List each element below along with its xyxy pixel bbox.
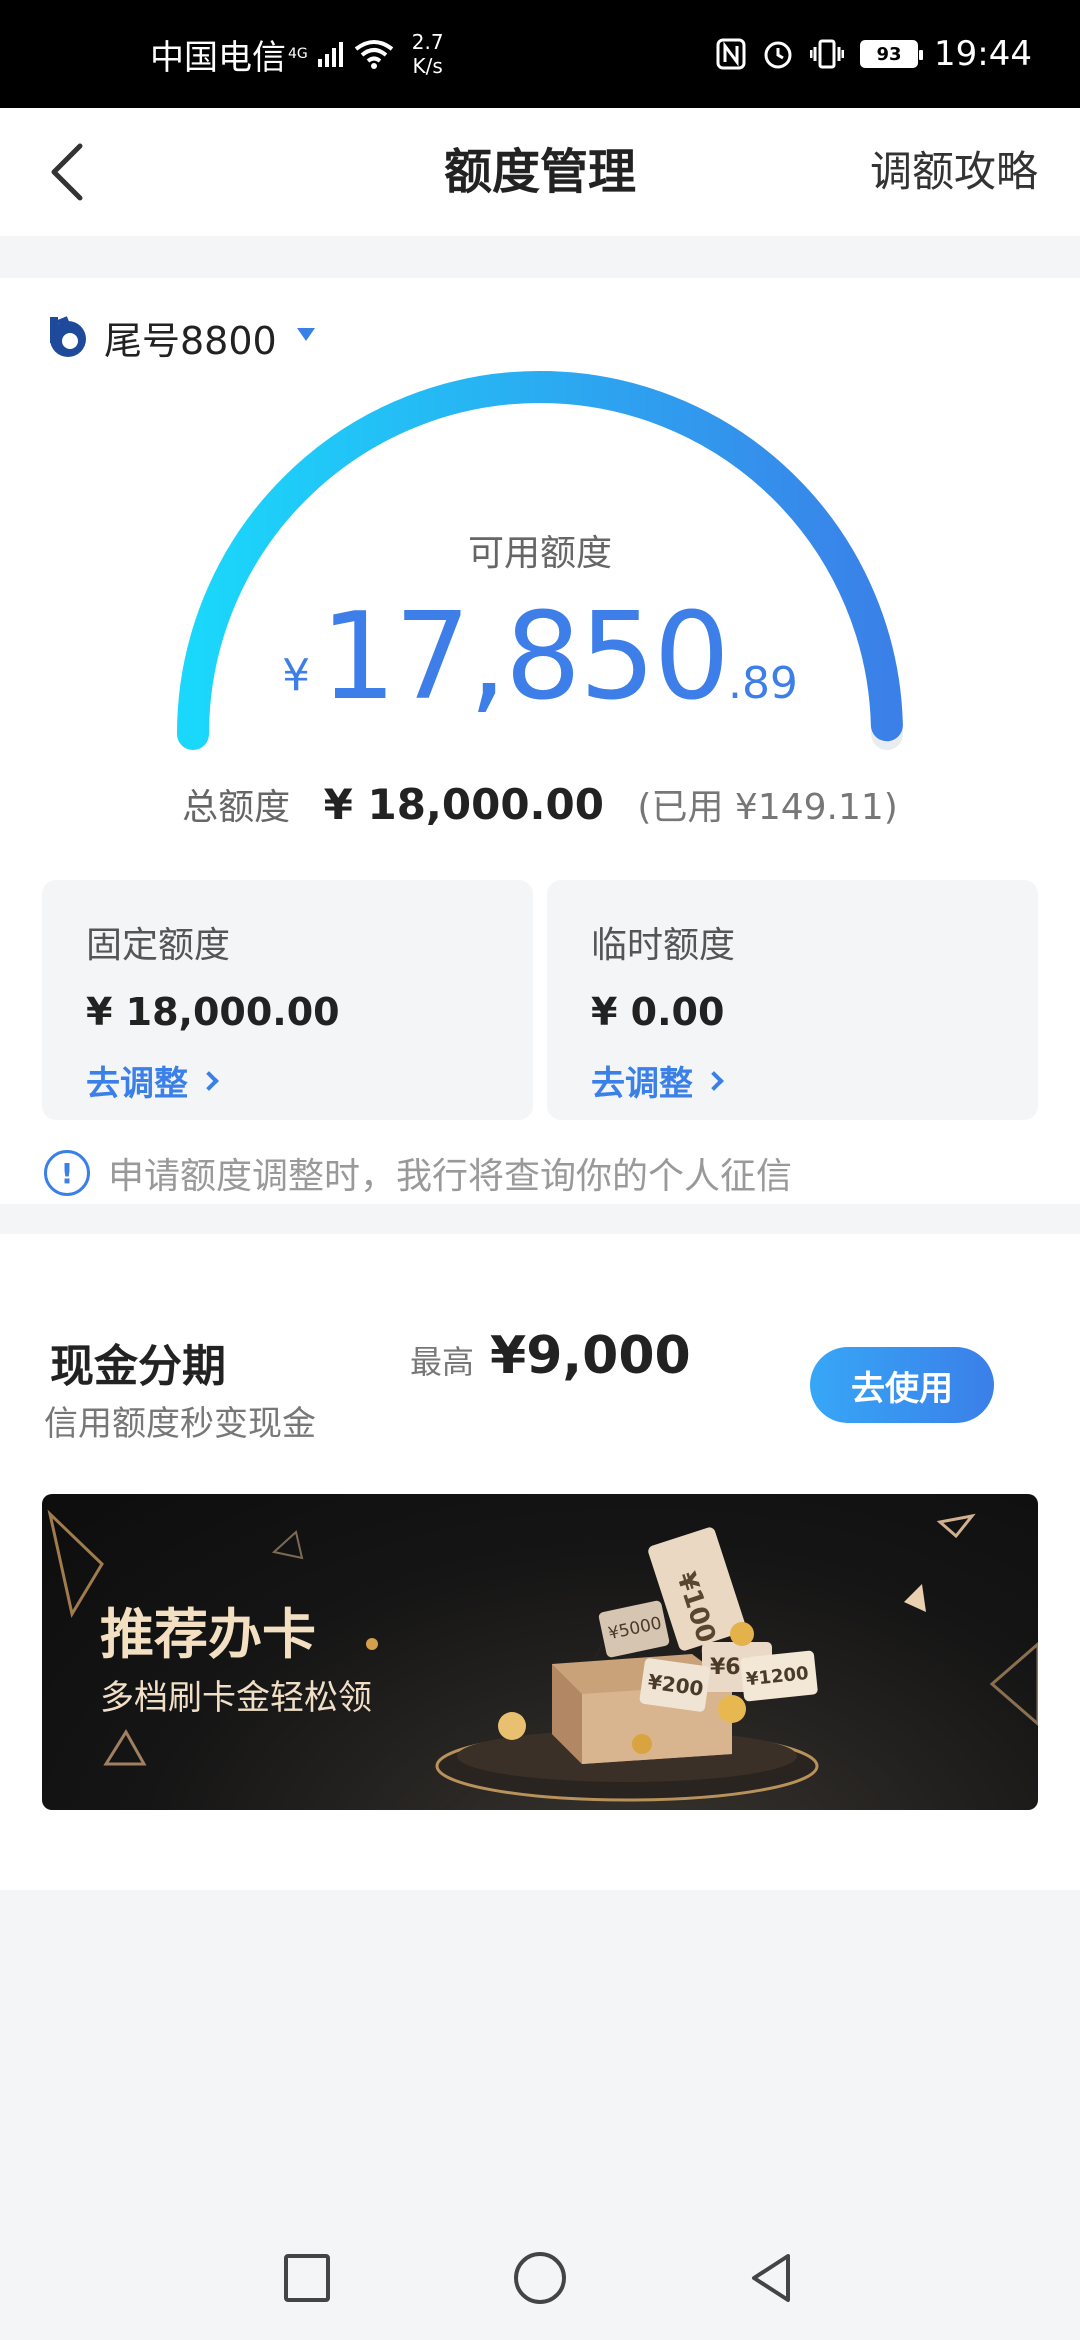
- system-back-button[interactable]: [740, 2246, 804, 2310]
- currency-symbol: ¥: [282, 650, 311, 701]
- total-quota-label: 总额度: [182, 787, 291, 828]
- battery-indicator: 93: [860, 40, 924, 68]
- wifi-icon: [354, 40, 393, 69]
- network-type: 4G: [288, 46, 308, 62]
- tile-label: 临时额度: [591, 925, 736, 966]
- amount-decimal: .89: [727, 658, 798, 709]
- max-label: 最高: [410, 1343, 475, 1381]
- square-icon: [284, 2254, 330, 2302]
- section-spacer: [0, 1810, 1080, 1890]
- cash-installment-section: 现金分期 信用额度秒变现金 最高 ¥9,000 去使用: [0, 1234, 1080, 1490]
- max-value: ¥9,000: [490, 1326, 691, 1386]
- amount-integer: 17,850: [320, 588, 730, 727]
- net-speed-value: 2.7: [411, 30, 444, 54]
- ticket-1200: ¥1200: [740, 1650, 818, 1702]
- nfc-icon: [716, 38, 746, 70]
- banner-subtitle: 多档刷卡金轻松领: [100, 1678, 372, 1718]
- recent-apps-button[interactable]: [276, 2246, 340, 2310]
- quota-card: 尾号8800 可用额度 ¥17,850.89 总额度 ¥ 18,000.00 (…: [0, 278, 1080, 1204]
- dropdown-caret-icon: [296, 327, 315, 341]
- banner-section: ¥10000 ¥5000 ¥600 ¥200 ¥1200 推荐办卡 多档刷卡金轻…: [0, 1490, 1080, 1810]
- ticket-200: ¥200: [639, 1658, 711, 1712]
- card-tail-number: 尾号8800: [104, 318, 277, 363]
- cash-installment-subtitle: 信用额度秒变现金: [44, 1404, 316, 1444]
- notice-text: 申请额度调整时，我行将查询你的个人征信: [108, 1156, 793, 1197]
- back-button[interactable]: [40, 138, 100, 206]
- credit-check-notice: ! 申请额度调整时，我行将查询你的个人征信: [44, 1148, 792, 1198]
- circle-icon: [514, 2252, 566, 2304]
- quota-tiles: 固定额度 ¥ 18,000.00 去调整 临时额度 ¥ 0.00 去调整: [42, 880, 1038, 1120]
- chevron-left-icon: [51, 143, 83, 201]
- tile-value: ¥ 0.00: [591, 990, 725, 1034]
- banner-title: 推荐办卡: [100, 1603, 316, 1666]
- bank-logo-icon: [50, 316, 86, 357]
- total-quota-line: 总额度 ¥ 18,000.00 (已用 ¥149.11): [0, 778, 1080, 830]
- ticket-5000: ¥5000: [598, 1600, 670, 1658]
- tile-value: ¥ 18,000.00: [86, 990, 340, 1034]
- alarm-icon: [764, 41, 792, 69]
- cash-installment-max: 最高 ¥9,000: [410, 1326, 691, 1386]
- net-speed-unit: K/s: [412, 54, 443, 78]
- cash-installment-title: 现金分期: [50, 1341, 226, 1392]
- chevron-right-icon: [199, 1070, 219, 1091]
- total-quota-value: ¥ 18,000.00: [323, 780, 604, 829]
- available-quota-label: 可用额度: [467, 533, 612, 574]
- chevron-right-icon: [704, 1070, 724, 1091]
- signal-icon: [317, 42, 343, 67]
- status-left: 中国电信 4G 2.7 K/s: [150, 0, 444, 108]
- status-right: 93 19:44: [716, 0, 1032, 108]
- tile-link-label: 去调整: [86, 1064, 188, 1104]
- quota-guide-link[interactable]: 调额攻略: [870, 108, 1038, 236]
- system-nav-bar: [0, 2216, 1080, 2340]
- vibrate-icon: [810, 39, 845, 69]
- nav-bar: 额度管理 调额攻略: [0, 108, 1080, 236]
- use-cash-installment-button[interactable]: 去使用: [810, 1347, 994, 1423]
- temporary-quota-tile: 临时额度 ¥ 0.00 去调整: [547, 880, 1038, 1120]
- tile-label: 固定额度: [86, 925, 231, 966]
- home-button[interactable]: [508, 2246, 572, 2310]
- info-icon: !: [44, 1150, 90, 1196]
- triangle-back-icon: [752, 2254, 790, 2302]
- adjust-temporary-quota-link[interactable]: 去调整: [591, 1056, 724, 1105]
- adjust-fixed-quota-link[interactable]: 去调整: [86, 1056, 219, 1105]
- card-selector[interactable]: 尾号8800: [44, 304, 315, 370]
- status-bar: 中国电信 4G 2.7 K/s 93 19:44: [0, 0, 1080, 108]
- carrier-name: 中国电信: [150, 37, 286, 78]
- used-amount: (已用 ¥149.11): [637, 787, 898, 828]
- net-speed: 2.7 K/s: [412, 30, 444, 78]
- recommend-card-banner[interactable]: ¥10000 ¥5000 ¥600 ¥200 ¥1200 推荐办卡 多档刷卡金轻…: [42, 1494, 1038, 1810]
- fixed-quota-tile: 固定额度 ¥ 18,000.00 去调整: [42, 880, 533, 1120]
- tile-link-label: 去调整: [591, 1064, 693, 1104]
- available-quota-amount: ¥17,850.89: [0, 588, 1080, 727]
- clock: 19:44: [934, 34, 1032, 74]
